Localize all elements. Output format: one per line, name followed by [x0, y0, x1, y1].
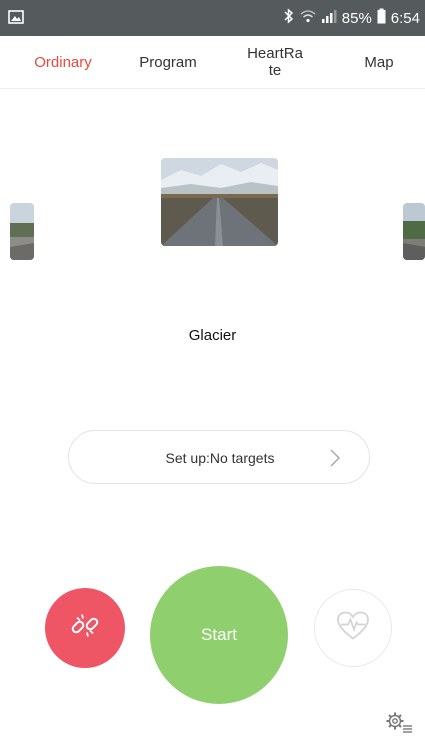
tab-program-label: Program — [139, 53, 197, 71]
start-button[interactable]: Start — [150, 566, 288, 704]
battery-percent: 85% — [341, 9, 372, 27]
tab-heart-rate[interactable]: HeartRa te — [232, 36, 318, 88]
tab-map[interactable]: Map — [336, 36, 422, 88]
image-icon — [8, 9, 24, 29]
tab-program[interactable]: Program — [125, 36, 211, 88]
tab-map-label: Map — [364, 53, 394, 71]
settings-gear-icon — [385, 712, 413, 738]
tab-heart-rate-label: HeartRa te — [247, 45, 303, 79]
setup-label: Set up:No targets — [165, 450, 275, 466]
clock: 6:54 — [390, 9, 420, 27]
settings-button[interactable] — [385, 710, 413, 734]
scene-name: Glacier — [188, 327, 237, 344]
wifi-icon — [300, 8, 316, 28]
next-scene-thumbnail[interactable] — [403, 203, 425, 260]
tab-ordinary-label: Ordinary — [34, 53, 92, 71]
chevron-right-icon — [329, 448, 341, 473]
status-icons: 85% 6:54 — [283, 0, 420, 36]
heart-rate-button[interactable] — [314, 589, 392, 667]
setup-targets-button[interactable]: Set up:No targets — [68, 430, 370, 484]
previous-scene-thumbnail[interactable] — [10, 203, 34, 260]
status-bar: 85% 6:54 — [0, 0, 425, 36]
tab-ordinary[interactable]: Ordinary — [20, 36, 106, 88]
signal-icon — [321, 8, 337, 28]
broken-link-icon — [68, 609, 102, 648]
start-label: Start — [201, 625, 237, 644]
glacier-scene-thumbnail[interactable] — [161, 158, 278, 246]
disconnect-button[interactable] — [45, 588, 125, 668]
battery-icon — [377, 8, 386, 28]
bluetooth-icon — [283, 8, 295, 28]
mode-tabs: Ordinary Program HeartRa te Map — [0, 36, 425, 89]
heart-rate-icon — [336, 611, 370, 646]
